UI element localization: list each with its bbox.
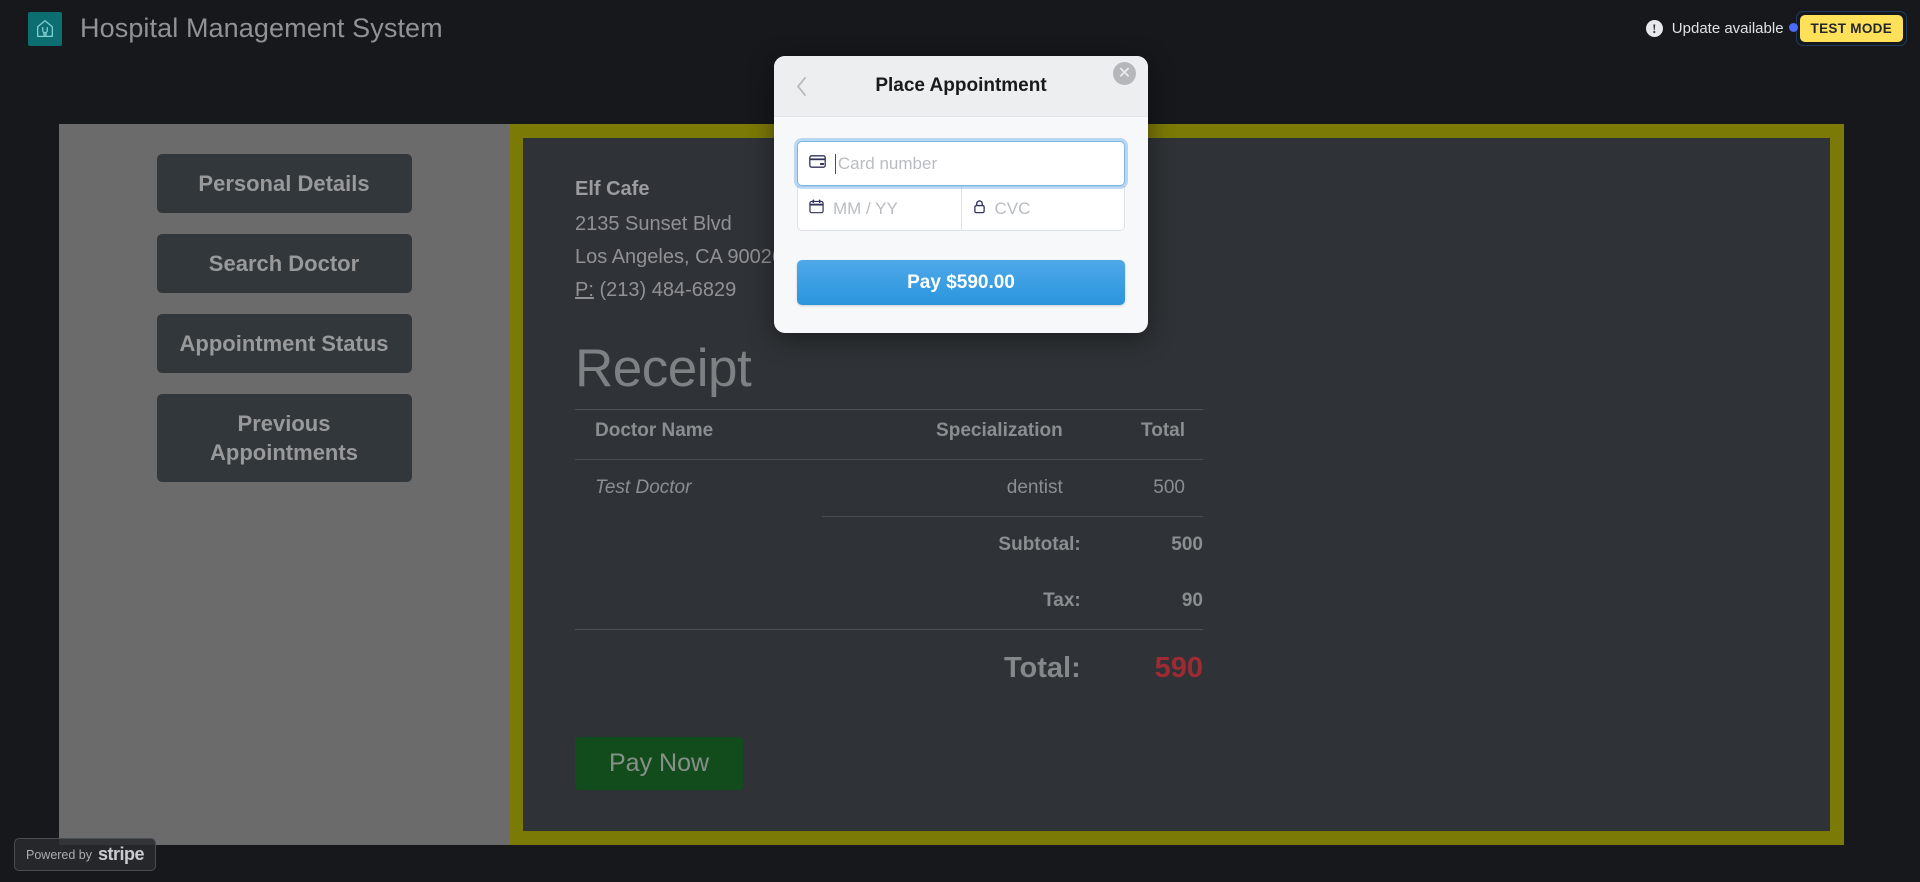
sidebar-item-personal-details[interactable]: Personal Details — [156, 154, 412, 214]
modal-title: Place Appointment — [875, 75, 1047, 96]
brand: Hospital Management System — [28, 11, 443, 46]
tax-value: 90 — [1181, 590, 1203, 611]
lock-icon — [973, 199, 986, 219]
stripe-pay-button[interactable]: Pay $590.00 — [797, 260, 1125, 305]
sidebar-item-previous-appointments[interactable]: Previous Appointments — [156, 394, 412, 483]
subtotal-label: Subtotal: — [822, 516, 1081, 573]
test-mode-button[interactable]: TEST MODE — [1799, 15, 1903, 42]
subtotal-row: Subtotal: 500 — [575, 516, 1203, 573]
total-value: 590 — [1080, 629, 1203, 705]
stripe-checkout-modal: Place Appointment ✕ Card number MM / YY … — [774, 56, 1148, 333]
page-title: Hospital Management System — [80, 13, 443, 43]
notification-dot — [1788, 23, 1798, 32]
top-bar: Hospital Management System ! Update avai… — [0, 0, 1920, 57]
phone-prefix: P: — [575, 279, 594, 301]
cell-specialization: dentist — [822, 459, 1081, 517]
calendar-icon — [809, 198, 824, 219]
powered-by-stripe-badge: Powered by stripe — [14, 838, 157, 871]
receipt-heading: Receipt — [575, 339, 752, 398]
update-available-indicator[interactable]: ! Update available — [1645, 20, 1798, 37]
sidebar-item-search-doctor[interactable]: Search Doctor — [156, 234, 412, 294]
business-info: Elf Cafe 2135 Sunset Blvd Los Angeles, C… — [575, 178, 1778, 302]
business-phone-line: P: (213) 484-6829 — [575, 279, 1778, 302]
card-number-input[interactable] — [837, 153, 1113, 174]
table-header-row: Doctor Name Specialization Total — [575, 409, 1203, 460]
tax-label: Tax: — [1043, 590, 1081, 611]
sidebar-item-appointment-status[interactable]: Appointment Status — [156, 314, 412, 374]
business-name: Elf Cafe — [575, 178, 650, 200]
table-row: Test Doctor dentist 500 — [575, 459, 1203, 517]
expiry-cvc-row — [797, 186, 1125, 231]
credit-card-icon — [809, 154, 826, 173]
total-row: Total: 590 — [575, 629, 1203, 705]
cell-total: 500 — [1080, 459, 1203, 517]
text-caret — [835, 153, 836, 174]
hospital-home-stethoscope-icon — [28, 11, 62, 46]
content-panel: Elf Cafe 2135 Sunset Blvd Los Angeles, C… — [523, 138, 1830, 831]
pay-now-button[interactable]: Pay Now — [575, 737, 744, 790]
total-label: Total: — [822, 629, 1081, 705]
cvc-field[interactable] — [960, 186, 1125, 231]
tax-row: Tax: 90 — [575, 573, 1203, 630]
expiry-field[interactable] — [797, 186, 961, 231]
sidebar: Personal Details Search Doctor Appointme… — [59, 124, 509, 845]
card-fields-group — [797, 141, 1125, 231]
modal-header: Place Appointment ✕ — [774, 56, 1148, 117]
powered-by-label: Powered by — [26, 847, 93, 862]
chevron-left-icon[interactable] — [788, 73, 814, 99]
column-specialization: Specialization — [822, 409, 1081, 460]
exclamation-circle-icon: ! — [1645, 20, 1663, 37]
business-street: 2135 Sunset Blvd — [575, 213, 732, 235]
cell-doctor-name: Test Doctor — [575, 459, 823, 517]
update-available-label: Update available — [1671, 20, 1784, 37]
top-bar-right: ! Update available TEST MODE — [1645, 0, 1920, 57]
stripe-wordmark: stripe — [98, 844, 145, 864]
business-city-state-zip: Los Angeles, CA 90026 — [575, 246, 783, 268]
expiry-input[interactable] — [833, 198, 950, 219]
card-number-field[interactable] — [797, 141, 1125, 186]
content-border: Elf Cafe 2135 Sunset Blvd Los Angeles, C… — [509, 124, 1844, 845]
cvc-input[interactable] — [994, 198, 1113, 219]
column-doctor-name: Doctor Name — [575, 409, 823, 460]
column-total: Total — [1080, 409, 1203, 460]
subtotal-value: 500 — [1080, 516, 1203, 573]
close-circle-icon[interactable]: ✕ — [1113, 62, 1136, 85]
business-phone: (213) 484-6829 — [599, 279, 737, 301]
modal-body: Pay $590.00 — [774, 117, 1148, 333]
receipt-table: Doctor Name Specialization Total Test Do… — [575, 409, 1203, 705]
test-mode-wrapper: TEST MODE — [1795, 11, 1907, 46]
